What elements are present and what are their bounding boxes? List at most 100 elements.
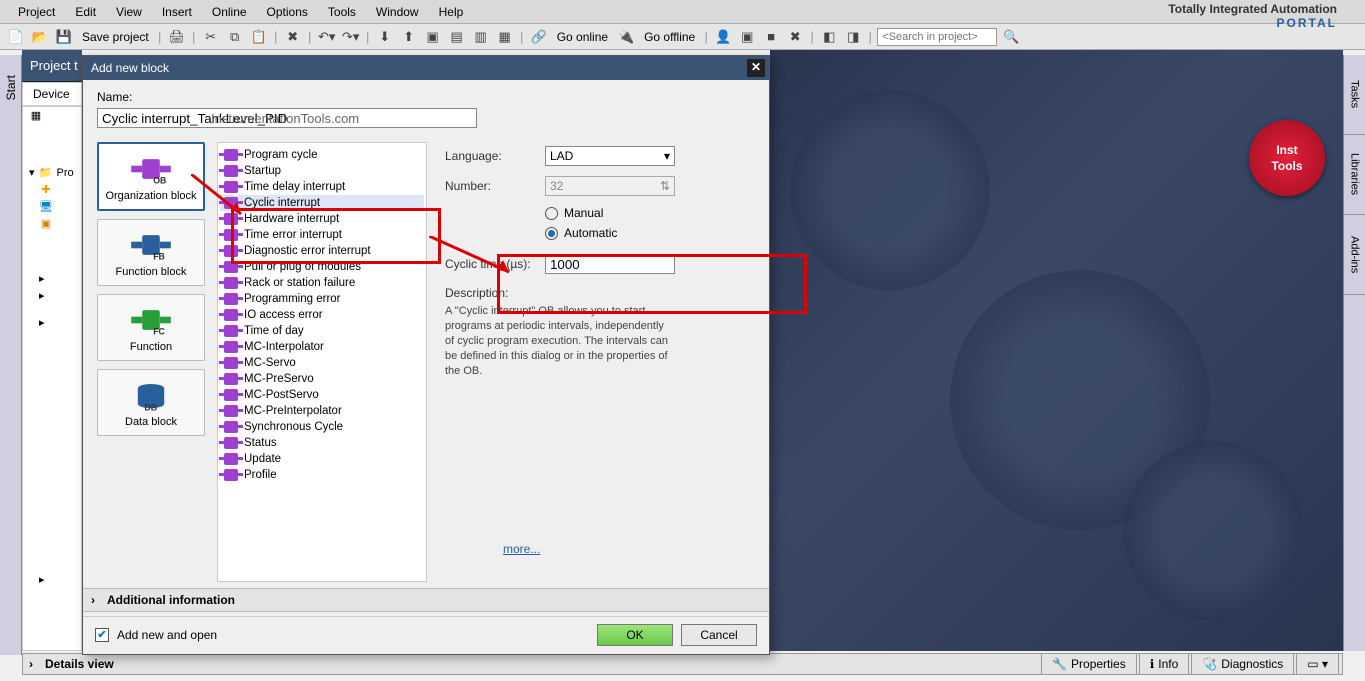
right-rail: Tasks Libraries Add-ins: [1343, 55, 1365, 651]
data-block-card[interactable]: DB Data block: [97, 369, 205, 436]
description-text: A "Cyclic interrupt" OB allows you to st…: [445, 304, 675, 379]
menu-tools[interactable]: Tools: [318, 5, 366, 19]
menu-online[interactable]: Online: [202, 5, 257, 19]
paste-icon[interactable]: 📋: [249, 27, 269, 47]
search-go-icon[interactable]: 🔍: [1001, 27, 1021, 47]
menu-options[interactable]: Options: [257, 5, 318, 19]
tab-addins[interactable]: Add-ins: [1344, 215, 1365, 295]
list-item[interactable]: MC-PostServo: [220, 387, 424, 403]
search-input[interactable]: [877, 28, 997, 46]
list-item[interactable]: Time of day: [220, 323, 424, 339]
properties-tab[interactable]: 🔧Properties: [1041, 653, 1137, 675]
function-block-card[interactable]: FB Function block: [97, 219, 205, 286]
split-v-icon[interactable]: ◧: [819, 27, 839, 47]
devices-tab[interactable]: Device: [22, 82, 82, 106]
print-icon[interactable]: 🖨: [167, 27, 187, 47]
list-item[interactable]: Time delay interrupt: [220, 179, 424, 195]
automatic-radio[interactable]: Automatic: [545, 226, 749, 240]
copy-icon[interactable]: ⧉: [225, 27, 245, 47]
ok-button[interactable]: OK: [597, 624, 673, 646]
redo-icon[interactable]: ↷▾: [341, 27, 361, 47]
menu-help[interactable]: Help: [429, 5, 474, 19]
description-header: Description:: [445, 286, 749, 300]
go-online-label[interactable]: Go online: [553, 30, 612, 44]
go-offline-icon[interactable]: 🔌: [616, 27, 636, 47]
stop-icon[interactable]: ■: [761, 27, 781, 47]
list-item[interactable]: Startup: [220, 163, 424, 179]
list-item[interactable]: Program cycle: [220, 147, 424, 163]
add-new-open-checkbox[interactable]: ✔: [95, 628, 109, 642]
ob-icon: [224, 357, 238, 369]
sim-icon[interactable]: ▥: [471, 27, 491, 47]
list-item-label: MC-PostServo: [244, 389, 319, 401]
cpu-icon[interactable]: ▣: [737, 27, 757, 47]
list-item[interactable]: Synchronous Cycle: [220, 419, 424, 435]
list-item[interactable]: Diagnostic error interrupt: [220, 243, 424, 259]
start-tab[interactable]: Start: [0, 55, 22, 655]
manual-radio[interactable]: Manual: [545, 206, 749, 220]
diagnostics-tab[interactable]: 🩺Diagnostics: [1191, 653, 1294, 675]
organization-block-card[interactable]: OB Organization block: [97, 142, 205, 211]
list-item-label: Pull or plug of modules: [244, 261, 361, 273]
list-item-label: Programming error: [244, 293, 341, 305]
download-icon[interactable]: ⬆: [399, 27, 419, 47]
list-item[interactable]: MC-Servo: [220, 355, 424, 371]
list-item[interactable]: Rack or station failure: [220, 275, 424, 291]
list-item[interactable]: IO access error: [220, 307, 424, 323]
accessible-icon[interactable]: 👤: [713, 27, 733, 47]
list-item[interactable]: Status: [220, 435, 424, 451]
cut-icon[interactable]: ✂: [201, 27, 221, 47]
list-item[interactable]: Time error interrupt: [220, 227, 424, 243]
delete-icon[interactable]: ✖: [283, 27, 303, 47]
go-offline-label[interactable]: Go offline: [640, 30, 699, 44]
list-item[interactable]: Update: [220, 451, 424, 467]
open-icon[interactable]: 📂: [30, 27, 50, 47]
list-item[interactable]: Pull or plug of modules: [220, 259, 424, 275]
list-item[interactable]: Hardware interrupt: [220, 211, 424, 227]
cross-icon[interactable]: ✖: [785, 27, 805, 47]
menu-edit[interactable]: Edit: [65, 5, 106, 19]
menu-window[interactable]: Window: [366, 5, 429, 19]
list-item[interactable]: MC-PreInterpolator: [220, 403, 424, 419]
language-select[interactable]: LAD▾: [545, 146, 675, 166]
tab-tasks[interactable]: Tasks: [1344, 55, 1365, 135]
list-item[interactable]: Profile: [220, 467, 424, 483]
close-icon[interactable]: ✕: [747, 59, 765, 77]
info-tab[interactable]: ℹInfo: [1139, 653, 1190, 675]
cancel-button[interactable]: Cancel: [681, 624, 757, 646]
menu-project[interactable]: Project: [8, 5, 65, 19]
tab-libraries[interactable]: Libraries: [1344, 135, 1365, 215]
list-item-label: Status: [244, 437, 277, 449]
save-project-label[interactable]: Save project: [78, 30, 153, 44]
ob-icon: [224, 245, 238, 257]
save-icon[interactable]: 💾: [54, 27, 74, 47]
list-item-label: Time delay interrupt: [244, 181, 345, 193]
toolbar: 📄 📂 💾 Save project | 🖨 | ✂ ⧉ 📋 | ✖ | ↶▾ …: [0, 24, 1365, 50]
ob-icon: [224, 373, 238, 385]
compile-icon[interactable]: ⬇: [375, 27, 395, 47]
hw-icon[interactable]: ▤: [447, 27, 467, 47]
upload-icon[interactable]: ▣: [423, 27, 443, 47]
list-item[interactable]: Programming error: [220, 291, 424, 307]
go-online-icon[interactable]: 🔗: [529, 27, 549, 47]
undo-icon[interactable]: ↶▾: [317, 27, 337, 47]
menu-insert[interactable]: Insert: [152, 5, 202, 19]
menu-view[interactable]: View: [106, 5, 152, 19]
function-card[interactable]: FC Function: [97, 294, 205, 361]
ob-icon: [224, 309, 238, 321]
new-icon[interactable]: 📄: [6, 27, 26, 47]
ob-type-list[interactable]: Program cycleStartup Time delay interrupt…: [217, 142, 427, 582]
list-item[interactable]: MC-PreServo: [220, 371, 424, 387]
name-label: Name:: [97, 90, 133, 104]
cyclic-time-input[interactable]: [545, 254, 675, 274]
trace-icon[interactable]: ▦: [495, 27, 515, 47]
project-tree[interactable]: ▦ ▾📁Pro ✚ 🖥 ▣ ▸ ▸ ▸ ▸: [22, 106, 82, 651]
list-item[interactable]: Cyclic interrupt: [220, 195, 424, 211]
additional-info-bar[interactable]: › Additional information: [83, 588, 769, 612]
collapse-button[interactable]: ▭ ▾: [1296, 653, 1339, 675]
list-item[interactable]: MC-Interpolator: [220, 339, 424, 355]
split-h-icon[interactable]: ◨: [843, 27, 863, 47]
more-link[interactable]: more...: [503, 542, 540, 556]
ob-icon: [224, 469, 238, 481]
ob-icon: [224, 437, 238, 449]
